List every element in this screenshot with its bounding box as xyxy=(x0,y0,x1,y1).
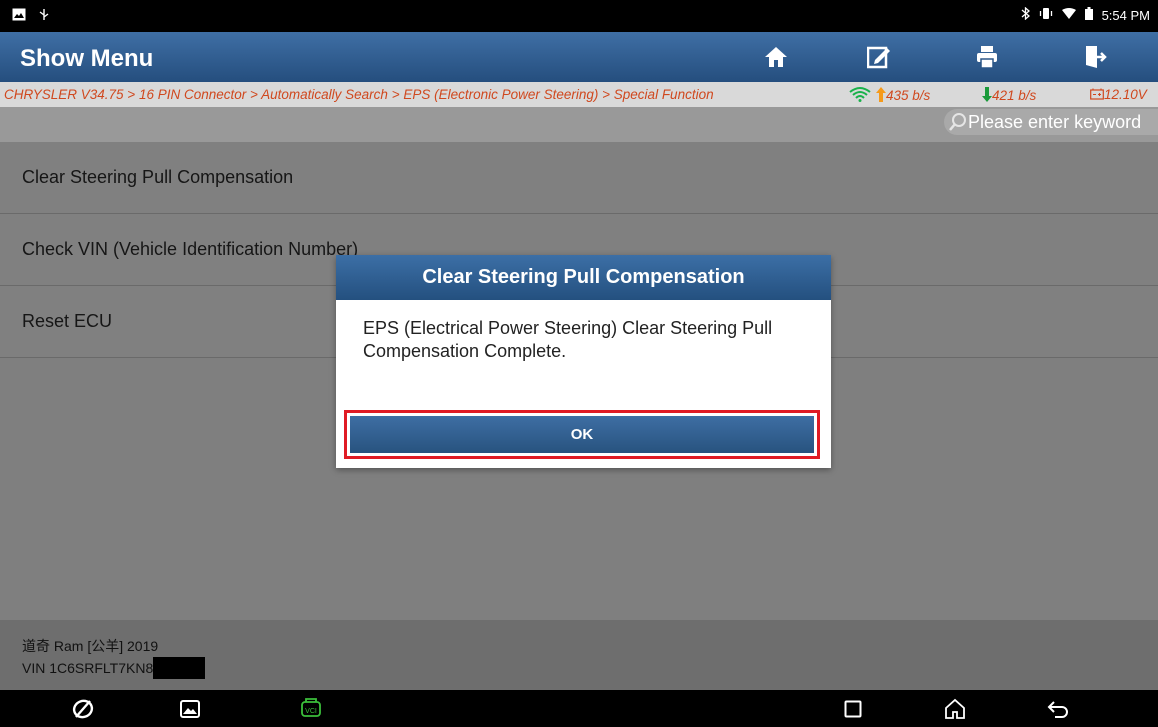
menu-item-label: Reset ECU xyxy=(22,311,113,331)
dialog-title: Clear Steering Pull Compensation xyxy=(336,255,831,300)
recents-icon xyxy=(844,700,862,718)
home-nav-button[interactable] xyxy=(942,696,968,722)
android-nav-bar: VCI xyxy=(0,690,1158,727)
search-bar: Please enter keyword xyxy=(0,107,1158,142)
breadcrumb-bar: CHRYSLER V34.75 > 16 PIN Connector > Aut… xyxy=(0,82,1158,107)
vehicle-vin: VIN 1C6SRFLT7KN8 xyxy=(22,660,154,676)
exit-icon xyxy=(1086,46,1107,68)
print-button[interactable] xyxy=(952,32,1022,82)
title-bar: Show Menu xyxy=(0,32,1158,82)
page-title: Show Menu xyxy=(20,45,154,72)
search-placeholder: Please enter keyword xyxy=(968,111,1142,132)
search-input[interactable]: Please enter keyword xyxy=(944,109,1158,135)
download-arrow-icon xyxy=(982,87,992,102)
home-button[interactable] xyxy=(741,32,811,82)
vibrate-icon xyxy=(1039,7,1053,23)
gallery-icon xyxy=(180,700,200,718)
gallery-button[interactable] xyxy=(177,696,203,722)
wifi-icon xyxy=(1061,7,1076,23)
recents-button[interactable] xyxy=(840,696,866,722)
breadcrumb: CHRYSLER V34.75 > 16 PIN Connector > Aut… xyxy=(4,87,714,102)
vehicle-info-footer: 道奇 Ram [公羊] 2019 VIN 1C6SRFLT7KN8 xyxy=(0,620,1158,690)
battery-icon xyxy=(1084,7,1093,23)
download-rate: 421 b/s xyxy=(982,87,1036,103)
exit-button[interactable] xyxy=(1061,32,1131,82)
ok-button[interactable]: OK xyxy=(350,416,814,453)
dialog-message: EPS (Electrical Power Steering) Clear St… xyxy=(363,318,773,361)
status-bar: 5:54 PM xyxy=(0,0,1158,32)
bluetooth-icon xyxy=(1021,6,1030,23)
search-icon xyxy=(949,113,966,131)
menu-item-label: Check VIN (Vehicle Identification Number… xyxy=(22,239,359,259)
print-icon xyxy=(977,46,997,69)
upload-rate: 435 b/s xyxy=(876,87,930,103)
result-dialog: Clear Steering Pull Compensation EPS (El… xyxy=(336,255,831,468)
car-battery-icon xyxy=(1090,88,1104,100)
home-icon xyxy=(765,47,787,67)
vin-redaction xyxy=(153,657,206,679)
back-icon xyxy=(1047,701,1068,718)
menu-item-clear-steering-pull[interactable]: Clear Steering Pull Compensation xyxy=(0,142,1158,214)
ok-button-highlight: OK xyxy=(344,410,820,459)
wifi-signal-icon xyxy=(848,86,872,105)
gallery-notification-icon xyxy=(12,8,26,24)
usb-debug-icon xyxy=(38,8,50,24)
menu-item-label: Clear Steering Pull Compensation xyxy=(22,167,294,187)
edit-icon xyxy=(867,46,890,69)
back-button[interactable] xyxy=(1045,696,1071,722)
vci-icon: VCI xyxy=(301,698,321,717)
vehicle-model: 道奇 Ram [公羊] 2019 xyxy=(22,638,159,654)
browser-icon xyxy=(72,699,94,719)
upload-arrow-icon xyxy=(876,87,886,102)
battery-voltage: 12.10V xyxy=(1090,87,1147,102)
vehicle-vin-row: VIN 1C6SRFLT7KN8 xyxy=(22,657,206,679)
browser-button[interactable] xyxy=(70,696,96,722)
vci-button[interactable]: VCI xyxy=(298,696,324,722)
svg-text:VCI: VCI xyxy=(305,708,317,715)
home-nav-icon xyxy=(945,698,965,719)
clock: 5:54 PM xyxy=(1101,7,1150,23)
edit-report-button[interactable] xyxy=(845,32,915,82)
